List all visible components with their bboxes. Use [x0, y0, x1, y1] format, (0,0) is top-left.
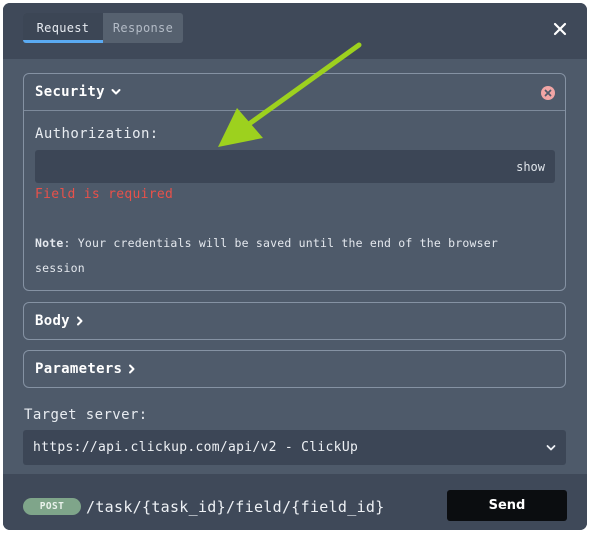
tab-request[interactable]: Request — [23, 13, 103, 43]
body-section[interactable]: Body — [23, 302, 566, 340]
request-response-tabs: Request Response — [23, 13, 183, 43]
target-server-value: https://api.clickup.com/api/v2 - ClickUp — [33, 440, 359, 455]
remove-circle-icon[interactable] — [541, 85, 555, 100]
request-footer: POST /task/{task_id}/field/{field_id} Se… — [3, 474, 587, 530]
note-label: Note — [35, 236, 64, 250]
parameters-section[interactable]: Parameters — [23, 350, 566, 388]
parameters-title: Parameters — [35, 361, 123, 377]
body-title: Body — [35, 313, 70, 329]
security-header[interactable]: Security — [24, 74, 565, 111]
chevron-right-icon — [128, 364, 136, 374]
tab-response[interactable]: Response — [103, 13, 183, 43]
security-title: Security — [35, 84, 105, 100]
panel-topbar: Request Response — [3, 3, 587, 59]
authorization-label: Authorization: — [35, 126, 159, 142]
close-button[interactable] — [550, 19, 570, 39]
target-server-label: Target server: — [24, 407, 148, 423]
caret-down-icon — [546, 441, 556, 456]
credentials-note: Note: Your credentials will be saved unt… — [35, 231, 555, 281]
endpoint-path: /task/{task_id}/field/{field_id} — [86, 498, 385, 516]
method-badge: POST — [23, 498, 81, 515]
body-header[interactable]: Body — [24, 303, 565, 339]
field-required-error: Field is required — [35, 187, 174, 202]
parameters-header[interactable]: Parameters — [24, 351, 565, 387]
show-password-toggle[interactable]: show — [516, 160, 545, 174]
note-text: : Your credentials will be saved until t… — [35, 236, 499, 275]
security-section: Security Authorization: show Field is re… — [23, 73, 566, 291]
chevron-down-icon — [111, 88, 121, 96]
chevron-right-icon — [76, 316, 84, 326]
close-icon — [553, 22, 567, 36]
target-server-select[interactable]: https://api.clickup.com/api/v2 - ClickUp — [23, 430, 566, 465]
send-button[interactable]: Send — [447, 490, 567, 521]
authorization-input[interactable] — [35, 150, 555, 183]
api-request-panel: Request Response Security Authorization:… — [3, 3, 587, 530]
